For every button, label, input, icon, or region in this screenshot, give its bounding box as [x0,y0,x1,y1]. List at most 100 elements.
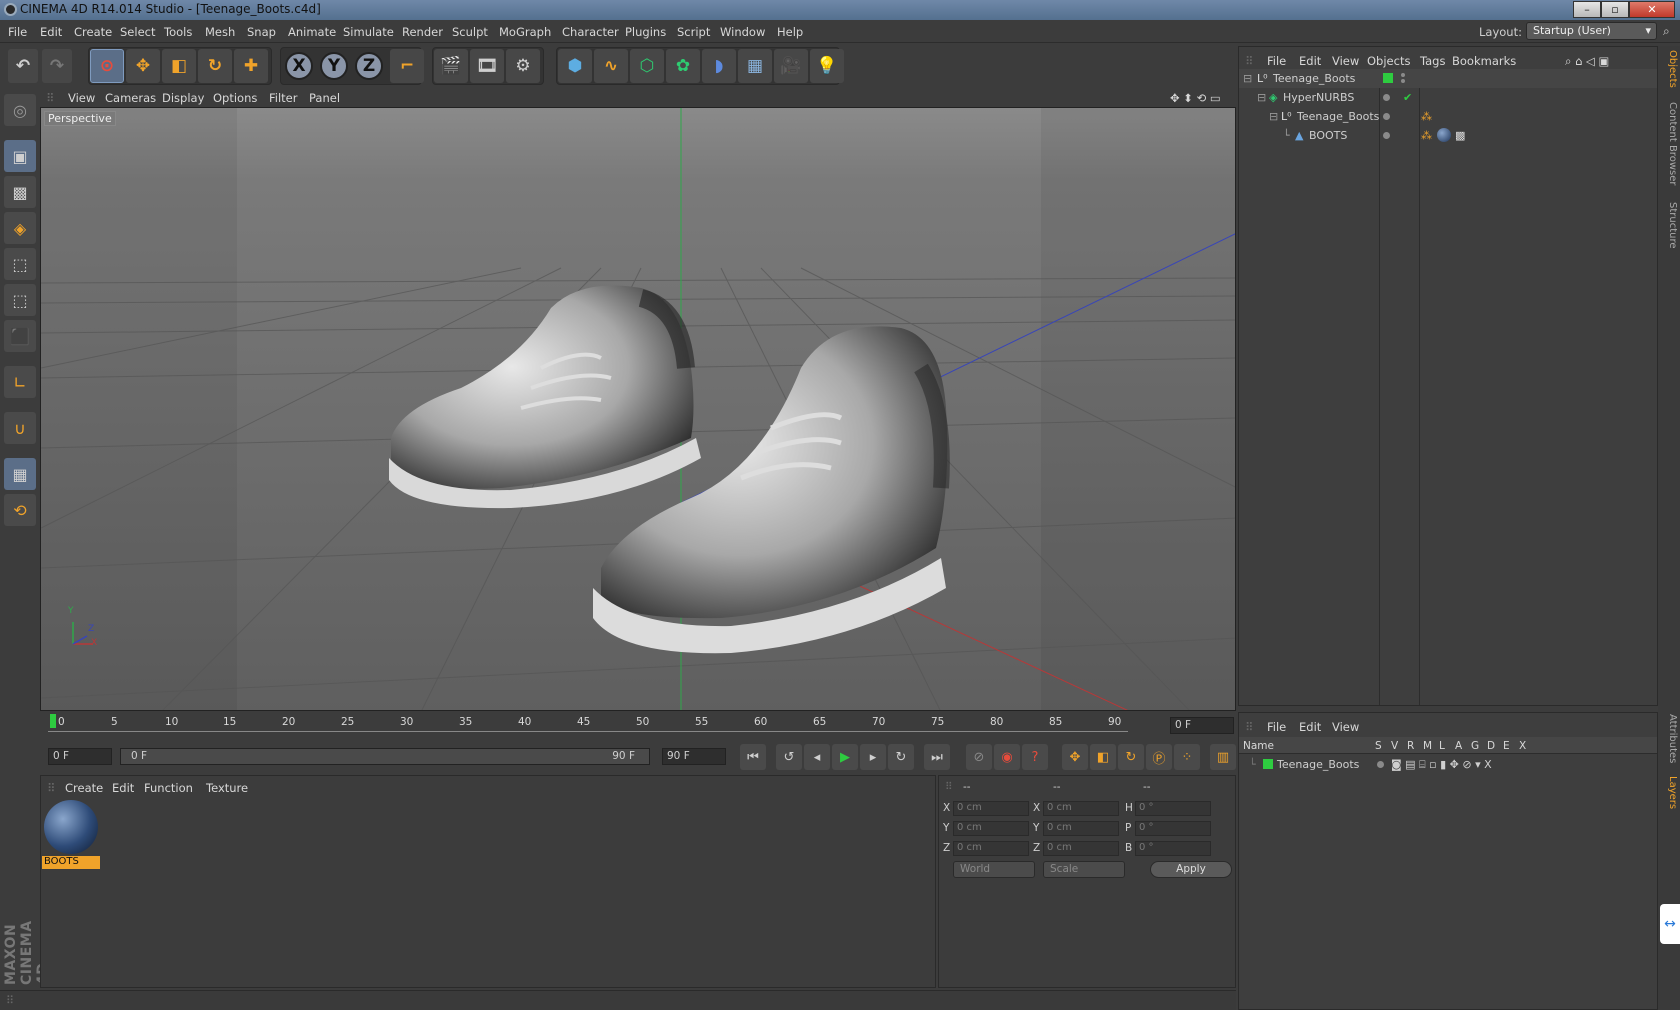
minimize-button[interactable]: – [1573,1,1601,18]
menu-window[interactable]: Window [720,25,765,39]
menu-animate[interactable]: Animate [288,25,336,39]
floor-icon[interactable]: ▦ [738,49,772,83]
frame-range-slider[interactable]: 0 F 90 F [120,748,650,765]
tab-layers[interactable]: Layers [1660,776,1678,809]
render-picture-viewer-icon[interactable]: 🎞 [470,49,504,83]
object-row[interactable]: ⊟ L⁰ Teenage_Boots [1239,69,1657,88]
start-frame-field[interactable]: 0 F [48,748,112,765]
coordinate-space-select[interactable]: World [953,861,1035,878]
apply-button[interactable]: Apply [1150,861,1232,878]
next-key-icon[interactable]: ↻ [888,744,914,770]
layer-color-swatch[interactable] [1263,759,1273,769]
collapse-icon[interactable]: ⊟ [1269,110,1278,123]
autokey-icon[interactable]: ? [1022,744,1048,770]
menu-file[interactable]: File [8,25,27,39]
collapse-icon[interactable]: ⊟ [1243,72,1252,85]
snap-magnet-icon[interactable]: ∪ [4,412,36,444]
rot-h-field[interactable]: 0 ° [1135,801,1211,816]
menu-script[interactable]: Script [677,25,710,39]
camera-icon[interactable]: 🎥 [774,49,808,83]
menu-simulate[interactable]: Simulate [343,25,394,39]
play-icon[interactable]: ▶ [832,744,858,770]
layer-toggle-icons[interactable]: ◙ ▤ ⌸ ▫ ▮ ✥ ⊘ ▾ X [1391,758,1492,772]
menu-mesh[interactable]: Mesh [205,25,235,39]
tab-content-browser[interactable]: Content Browser [1660,102,1678,185]
viewport-menu-view[interactable]: View [68,91,95,105]
menu-help[interactable]: Help [777,25,803,39]
record-keys-icon[interactable]: ◉ [994,744,1020,770]
x-axis-lock-button[interactable]: X [285,52,313,80]
z-axis-lock-button[interactable]: Z [355,52,383,80]
live-selection-icon[interactable]: ⊙ [90,49,124,83]
viewport-menu-panel[interactable]: Panel [309,91,340,105]
perspective-viewport[interactable]: Perspective Y Z X [40,107,1236,711]
visibility-dot[interactable] [1383,113,1390,120]
teamviewer-icon[interactable]: ↔ [1660,904,1680,944]
phong-tag-icon[interactable]: ⁂ [1421,129,1432,142]
material-menu-edit[interactable]: Edit [112,781,134,795]
move-icon[interactable]: ✥ [126,49,160,83]
array-icon[interactable]: ✿ [666,49,700,83]
visibility-dot[interactable] [1383,132,1390,139]
viewport-menu-display[interactable]: Display [162,91,204,105]
polygons-mode-icon[interactable]: ⬛ [4,320,36,352]
end-frame-field[interactable]: 90 F [662,748,726,765]
size-x-field[interactable]: 0 cm [1043,801,1119,816]
workplane-mode-icon[interactable]: ◈ [4,212,36,244]
objects-menu-edit[interactable]: Edit [1299,54,1321,68]
collapse-icon[interactable]: ⊟ [1257,91,1266,104]
layer-row[interactable]: └ Teenage_Boots ◙ ▤ ⌸ ▫ ▮ ✥ ⊘ ▾ X [1239,755,1657,774]
light-icon[interactable]: 💡 [810,49,844,83]
layer-solo-toggle[interactable] [1377,761,1384,768]
key-pla-icon[interactable]: ⁘ [1174,744,1200,770]
pos-x-field[interactable]: 0 cm [953,801,1029,816]
objects-menu-view[interactable]: View [1332,54,1359,68]
make-editable-icon[interactable]: ◎ [4,94,36,126]
enabled-check-icon[interactable]: ✔ [1403,91,1412,104]
viewport-menu-filter[interactable]: Filter [269,91,297,105]
tab-objects[interactable]: Objects [1660,50,1678,88]
key-rotation-icon[interactable]: ↻ [1118,744,1144,770]
redo-icon[interactable]: ↷ [42,49,72,83]
menu-create[interactable]: Create [74,25,112,39]
object-manager-tool-icons[interactable]: ⌕ ⌂ ◁ ▣ [1565,54,1609,69]
object-row[interactable]: ⊟ ◈ HyperNURBS ✔ [1239,88,1657,107]
key-scale-icon[interactable]: ◧ [1090,744,1116,770]
viewport-menu-options[interactable]: Options [213,91,257,105]
lock-workplane-icon[interactable]: ▦ [4,458,36,490]
timeline-window-icon[interactable]: ▥ [1210,744,1236,770]
previous-frame-icon[interactable]: ◂ [804,744,830,770]
pos-z-field[interactable]: 0 cm [953,841,1029,856]
objects-menu-file[interactable]: File [1267,54,1286,68]
menu-tools[interactable]: Tools [164,25,192,39]
visibility-dot[interactable] [1401,73,1405,77]
render-settings-icon[interactable]: ⚙ [506,49,540,83]
previous-key-icon[interactable]: ↺ [776,744,802,770]
search-icon[interactable]: ⌕ [1663,24,1670,39]
current-frame-field[interactable]: 0 F [1170,717,1234,734]
uvw-tag-icon[interactable]: ▩ [1455,129,1465,142]
y-axis-lock-button[interactable]: Y [320,52,348,80]
points-mode-icon[interactable]: ⬚ [4,248,36,280]
objects-menu-objects[interactable]: Objects [1367,54,1410,68]
render-view-icon[interactable]: 🎬 [434,49,468,83]
menu-sculpt[interactable]: Sculpt [452,25,488,39]
material-menu-create[interactable]: Create [65,781,103,795]
tab-attributes[interactable]: Attributes [1660,714,1678,763]
menu-edit[interactable]: Edit [40,25,62,39]
object-row[interactable]: ⊟ L⁰ Teenage_Boots ⁂ [1239,107,1657,126]
menu-plugins[interactable]: Plugins [625,25,666,39]
material-tag-icon[interactable] [1437,128,1451,142]
viewport-menu-cameras[interactable]: Cameras [105,91,156,105]
edges-mode-icon[interactable]: ⬚ [4,284,36,316]
objects-menu-tags[interactable]: Tags [1420,54,1445,68]
viewport-camera-label[interactable]: Perspective [44,111,116,126]
visibility-dot[interactable] [1401,79,1405,83]
scale-icon[interactable]: ◧ [162,49,196,83]
maximize-button[interactable]: ▫ [1601,1,1629,18]
undo-icon[interactable]: ↶ [8,49,38,83]
axis-mode-icon[interactable]: ∟ [4,366,36,398]
planar-workplane-icon[interactable]: ⟲ [4,494,36,526]
record-off-icon[interactable]: ⊘ [966,744,992,770]
key-parameter-icon[interactable]: Ⓟ [1146,744,1172,770]
